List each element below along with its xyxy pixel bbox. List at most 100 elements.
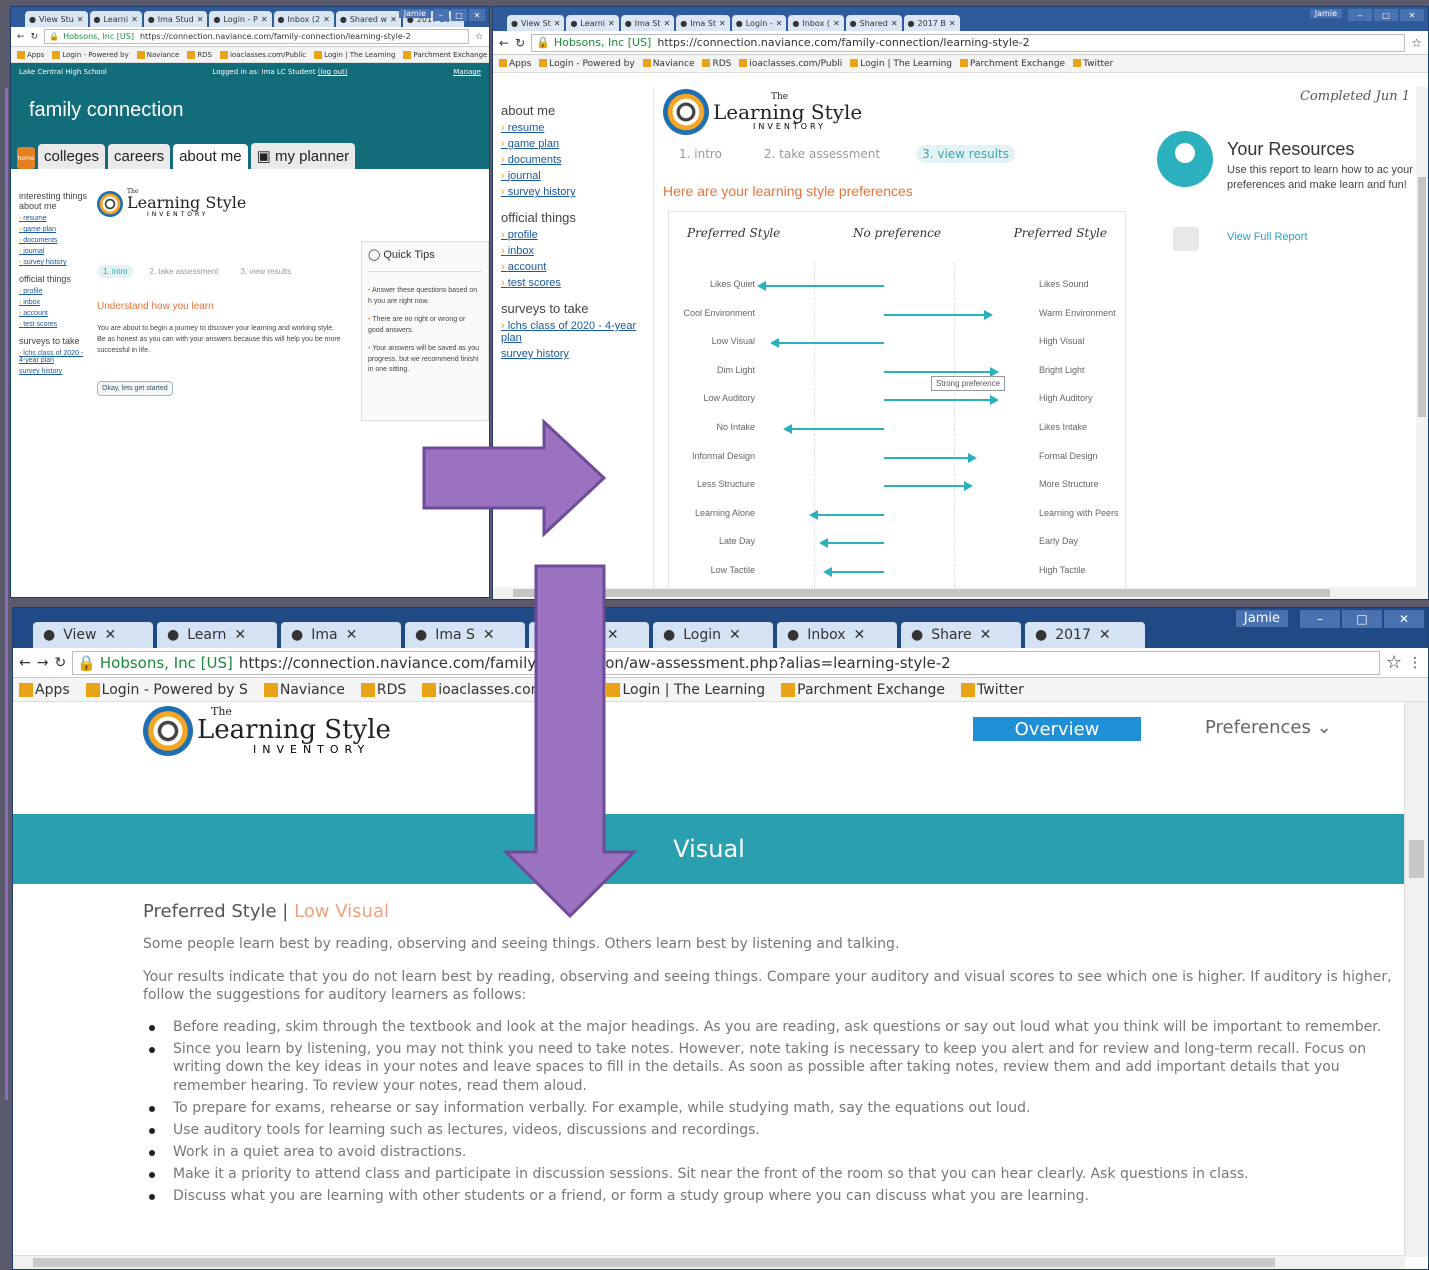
sidebar-link[interactable]: resume — [501, 122, 651, 134]
reload-icon[interactable]: ↻ — [515, 36, 525, 50]
bookmark-item[interactable]: Parchment Exchange — [960, 59, 1065, 69]
browser-tab[interactable]: ● Ima ✕ — [281, 622, 401, 648]
home-tab[interactable]: home — [17, 147, 35, 169]
browser-tab[interactable]: ● Learni ✕ — [566, 15, 619, 31]
tab-close-icon[interactable]: ✕ — [390, 15, 397, 24]
menu-icon[interactable]: ⋮ — [1408, 655, 1422, 671]
sidebar-link[interactable]: lchs class of 2020 - 4-year plan — [19, 350, 91, 364]
tab-close-icon[interactable]: ✕ — [1099, 627, 1111, 643]
back-icon[interactable]: ← — [499, 36, 509, 50]
bookmark-item[interactable]: Login - Powered by — [52, 50, 129, 59]
sidebar-link[interactable]: account — [501, 261, 651, 273]
bookmark-item[interactable]: Login | The Learning — [850, 59, 952, 69]
bookmark-item[interactable]: Login - Powered by — [539, 59, 635, 69]
browser-tab[interactable]: ● 2017 B ✕ — [903, 15, 960, 31]
horizontal-scrollbar[interactable] — [13, 1255, 1405, 1269]
sidebar-link[interactable]: documents — [501, 154, 651, 166]
sidebar-link[interactable]: inbox — [19, 299, 91, 306]
star-icon[interactable]: ☆ — [475, 32, 483, 42]
sidebar-link[interactable]: inbox — [501, 245, 651, 257]
close-button[interactable]: ✕ — [1400, 9, 1424, 21]
manage-link[interactable]: Manage — [453, 68, 481, 76]
start-button[interactable]: Okay, lets get started — [97, 381, 173, 396]
step-tab[interactable]: 3. view results — [234, 265, 297, 278]
sidebar-link[interactable]: profile — [501, 229, 651, 241]
tab-close-icon[interactable]: ✕ — [104, 627, 116, 643]
step-tab[interactable]: 1. intro — [673, 145, 728, 163]
browser-tab[interactable]: ● Login - P ✕ — [209, 11, 272, 27]
preferences-dropdown[interactable]: Preferences ⌄ — [1205, 717, 1332, 738]
tab-close-icon[interactable]: ✕ — [77, 15, 84, 24]
bookmark-item[interactable]: Twitter — [961, 682, 1024, 698]
sidebar-link[interactable]: game plan — [19, 226, 91, 233]
close-button[interactable]: ✕ — [1384, 610, 1424, 628]
maximize-button[interactable]: □ — [1342, 610, 1382, 628]
tab-close-icon[interactable]: ✕ — [234, 627, 246, 643]
user-badge[interactable]: Jamie — [1235, 610, 1288, 627]
step-tab[interactable]: 2. take assessment — [143, 265, 224, 278]
step-tab[interactable]: 1. intro — [97, 265, 134, 278]
tab-close-icon[interactable]: ✕ — [980, 627, 992, 643]
bookmark-item[interactable]: Login | The Learning — [314, 50, 395, 59]
bookmark-item[interactable]: Naviance — [136, 50, 179, 59]
tab-close-icon[interactable]: ✕ — [261, 15, 268, 24]
close-button[interactable]: ✕ — [469, 9, 485, 21]
sidebar-link[interactable]: survey history — [19, 259, 91, 266]
sidebar-link[interactable]: account — [19, 310, 91, 317]
browser-tab[interactable]: ● Inbox ✕ — [777, 622, 897, 648]
browser-tab[interactable]: ● Login ✕ — [653, 622, 773, 648]
tab-close-icon[interactable]: ✕ — [483, 627, 495, 643]
tab-close-icon[interactable]: ✕ — [833, 19, 840, 28]
sidebar-link[interactable]: journal — [19, 248, 91, 255]
tab-close-icon[interactable]: ✕ — [554, 19, 561, 28]
report-icon[interactable] — [1173, 227, 1199, 251]
bookmark-item[interactable]: Apps — [19, 682, 70, 698]
tab-close-icon[interactable]: ✕ — [891, 19, 898, 28]
minimize-button[interactable]: – — [433, 9, 449, 21]
bookmark-item[interactable]: ioaclasses.com/Publi — [739, 59, 842, 69]
browser-tab[interactable]: ● Ima Stud ✕ — [143, 11, 208, 27]
sidebar-link[interactable]: lchs class of 2020 - 4-year plan — [501, 320, 651, 344]
browser-tab[interactable]: ● View ✕ — [33, 622, 153, 648]
bookmark-item[interactable]: RDS — [187, 50, 212, 59]
sidebar-link[interactable]: resume — [19, 215, 91, 222]
back-icon[interactable]: ← — [19, 655, 31, 671]
bookmark-item[interactable]: Naviance — [263, 682, 345, 698]
browser-tab[interactable]: ● Shared w ✕ — [335, 11, 401, 27]
browser-tab[interactable]: ● View Stu ✕ — [25, 11, 88, 27]
nav-tab[interactable]: colleges — [38, 144, 106, 169]
tab-close-icon[interactable]: ✕ — [949, 19, 956, 28]
back-icon[interactable]: ← — [17, 32, 25, 42]
sidebar-link[interactable]: documents — [19, 237, 91, 244]
tab-close-icon[interactable]: ✕ — [323, 15, 330, 24]
maximize-button[interactable]: □ — [1374, 9, 1398, 21]
bookmark-item[interactable]: Twitter — [1073, 59, 1113, 69]
maximize-button[interactable]: □ — [451, 9, 467, 21]
bookmark-item[interactable]: Naviance — [642, 59, 694, 69]
browser-tab[interactable]: ● Shared ✕ — [845, 15, 902, 31]
tab-close-icon[interactable]: ✕ — [854, 627, 866, 643]
browser-tab[interactable]: ● 2017 ✕ — [1025, 622, 1145, 648]
browser-tab[interactable]: ● Learn ✕ — [157, 622, 277, 648]
browser-tab[interactable]: ● Inbox (✕ — [788, 15, 844, 31]
bookmark-item[interactable]: Parchment Exchange — [781, 682, 945, 698]
nav-tab[interactable]: ▣ my planner — [250, 143, 356, 169]
browser-tab[interactable]: ● Inbox (2 ✕ — [273, 11, 334, 27]
vertical-scrollbar[interactable] — [1416, 87, 1428, 587]
overview-button[interactable]: Overview — [973, 717, 1141, 741]
sidebar-link[interactable]: survey history — [501, 186, 651, 198]
survey-history-link[interactable]: survey history — [19, 368, 91, 375]
star-icon[interactable]: ☆ — [1386, 652, 1402, 673]
sidebar-link[interactable]: profile — [19, 288, 91, 295]
forward-icon[interactable]: → — [37, 655, 49, 671]
tab-close-icon[interactable]: ✕ — [346, 627, 358, 643]
bookmark-item[interactable]: ioaclasses.com/Public — [219, 50, 306, 59]
reload-icon[interactable]: ↻ — [54, 655, 66, 671]
view-full-report-link[interactable]: View Full Report — [1227, 231, 1308, 243]
step-tab[interactable]: 2. take assessment — [758, 145, 886, 163]
url-field[interactable]: 🔒 Hobsons, Inc [US] https://connection.n… — [44, 29, 469, 44]
url-field[interactable]: 🔒 Hobsons, Inc [US] https://connection.n… — [531, 33, 1406, 52]
star-icon[interactable]: ☆ — [1411, 36, 1422, 50]
reload-icon[interactable]: ↻ — [31, 32, 39, 42]
bookmark-item[interactable]: Login - Powered by S — [85, 682, 248, 698]
